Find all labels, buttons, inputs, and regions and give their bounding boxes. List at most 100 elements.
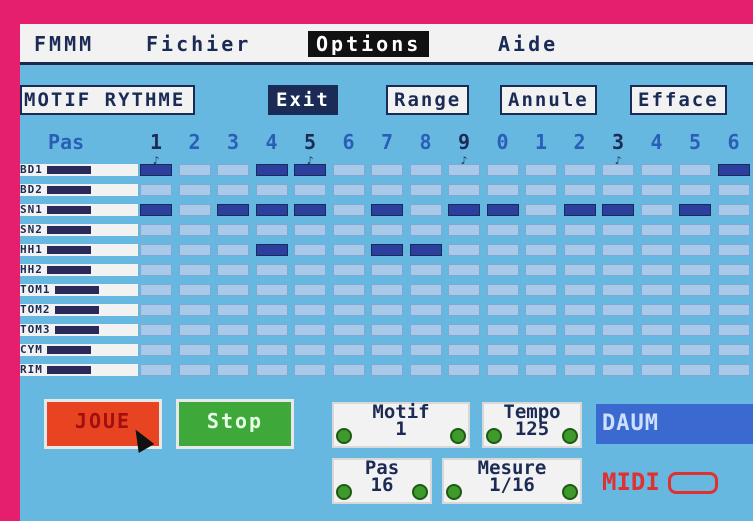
step-cell[interactable] [217,184,249,196]
step-cell[interactable] [217,164,249,176]
instrument-label[interactable]: SN1 [20,204,138,216]
step-cell[interactable] [525,244,557,256]
step-cell[interactable] [294,284,326,296]
step-cell[interactable] [217,344,249,356]
step-cell[interactable] [448,304,480,316]
decrement-knob-icon[interactable] [336,484,352,500]
step-cell[interactable] [525,364,557,376]
step-cell[interactable] [525,264,557,276]
decrement-knob-icon[interactable] [336,428,352,444]
step-cell[interactable] [602,364,634,376]
step-cell[interactable] [448,364,480,376]
step-cell[interactable] [371,184,403,196]
step-cell[interactable] [332,284,365,296]
step-cell[interactable] [448,164,480,176]
step-cell[interactable] [178,264,211,276]
step-cell[interactable] [486,324,519,336]
mesure-control[interactable]: Mesure 1/16 [442,458,582,504]
decrement-knob-icon[interactable] [446,484,462,500]
step-cell[interactable] [217,324,249,336]
step-cell[interactable] [371,244,403,256]
step-cell[interactable] [448,204,480,216]
step-cell[interactable] [563,224,596,236]
step-cell[interactable] [371,304,403,316]
step-cell[interactable] [409,164,442,176]
step-cell[interactable] [602,264,634,276]
instrument-label[interactable]: SN2 [20,224,138,236]
step-cell[interactable] [178,224,211,236]
step-cell[interactable] [217,224,249,236]
step-cell[interactable] [255,364,288,376]
step-cell[interactable] [409,324,442,336]
step-cell[interactable] [255,344,288,356]
instrument-label[interactable]: CYM [20,344,138,356]
step-cell[interactable] [409,264,442,276]
step-cell[interactable] [140,324,172,336]
step-cell[interactable] [140,164,172,176]
step-cell[interactable] [525,344,557,356]
step-cell[interactable] [140,364,172,376]
step-cell[interactable] [679,184,711,196]
step-cell[interactable] [332,244,365,256]
step-cell[interactable] [409,204,442,216]
step-cell[interactable] [525,304,557,316]
step-cell[interactable] [640,264,673,276]
increment-knob-icon[interactable] [562,428,578,444]
step-cell[interactable] [717,284,750,296]
step-cell[interactable] [640,284,673,296]
step-cell[interactable] [409,224,442,236]
step-cell[interactable] [602,184,634,196]
step-cell[interactable] [448,184,480,196]
step-cell[interactable] [717,324,750,336]
instrument-label[interactable]: RIM [20,364,138,376]
instrument-label[interactable]: HH2 [20,264,138,276]
step-cell[interactable] [294,364,326,376]
step-cell[interactable] [448,284,480,296]
step-cell[interactable] [563,264,596,276]
step-cell[interactable] [178,344,211,356]
step-cell[interactable] [679,264,711,276]
step-cell[interactable] [486,244,519,256]
step-cell[interactable] [217,304,249,316]
step-cell[interactable] [640,304,673,316]
step-cell[interactable] [717,344,750,356]
step-cell[interactable] [486,204,519,216]
annule-button[interactable]: Annule [500,85,597,115]
step-cell[interactable] [255,224,288,236]
step-cell[interactable] [717,204,750,216]
step-cell[interactable] [602,204,634,216]
step-cell[interactable] [486,184,519,196]
increment-knob-icon[interactable] [562,484,578,500]
step-cell[interactable] [525,204,557,216]
increment-knob-icon[interactable] [412,484,428,500]
step-cell[interactable] [448,224,480,236]
step-cell[interactable] [409,364,442,376]
step-cell[interactable] [717,264,750,276]
menu-options[interactable]: Options [308,31,430,57]
step-cell[interactable] [255,284,288,296]
step-cell[interactable] [140,244,172,256]
decrement-knob-icon[interactable] [486,428,502,444]
step-cell[interactable] [602,244,634,256]
step-cell[interactable] [294,244,326,256]
step-cell[interactable] [486,344,519,356]
step-cell[interactable] [679,324,711,336]
step-cell[interactable] [640,164,673,176]
step-cell[interactable] [640,244,673,256]
menu-app[interactable]: FMMM [26,31,102,57]
step-cell[interactable] [294,324,326,336]
step-cell[interactable] [294,204,326,216]
step-cell[interactable] [640,344,673,356]
step-cell[interactable] [294,264,326,276]
step-cell[interactable] [294,164,326,176]
step-cell[interactable] [255,324,288,336]
step-cell[interactable] [332,224,365,236]
step-cell[interactable] [294,304,326,316]
step-cell[interactable] [717,304,750,316]
step-cell[interactable] [217,204,249,216]
step-cell[interactable] [140,284,172,296]
step-cell[interactable] [679,284,711,296]
step-cell[interactable] [486,224,519,236]
instrument-label[interactable]: BD1 [20,164,138,176]
stop-button[interactable]: Stop [176,399,294,449]
